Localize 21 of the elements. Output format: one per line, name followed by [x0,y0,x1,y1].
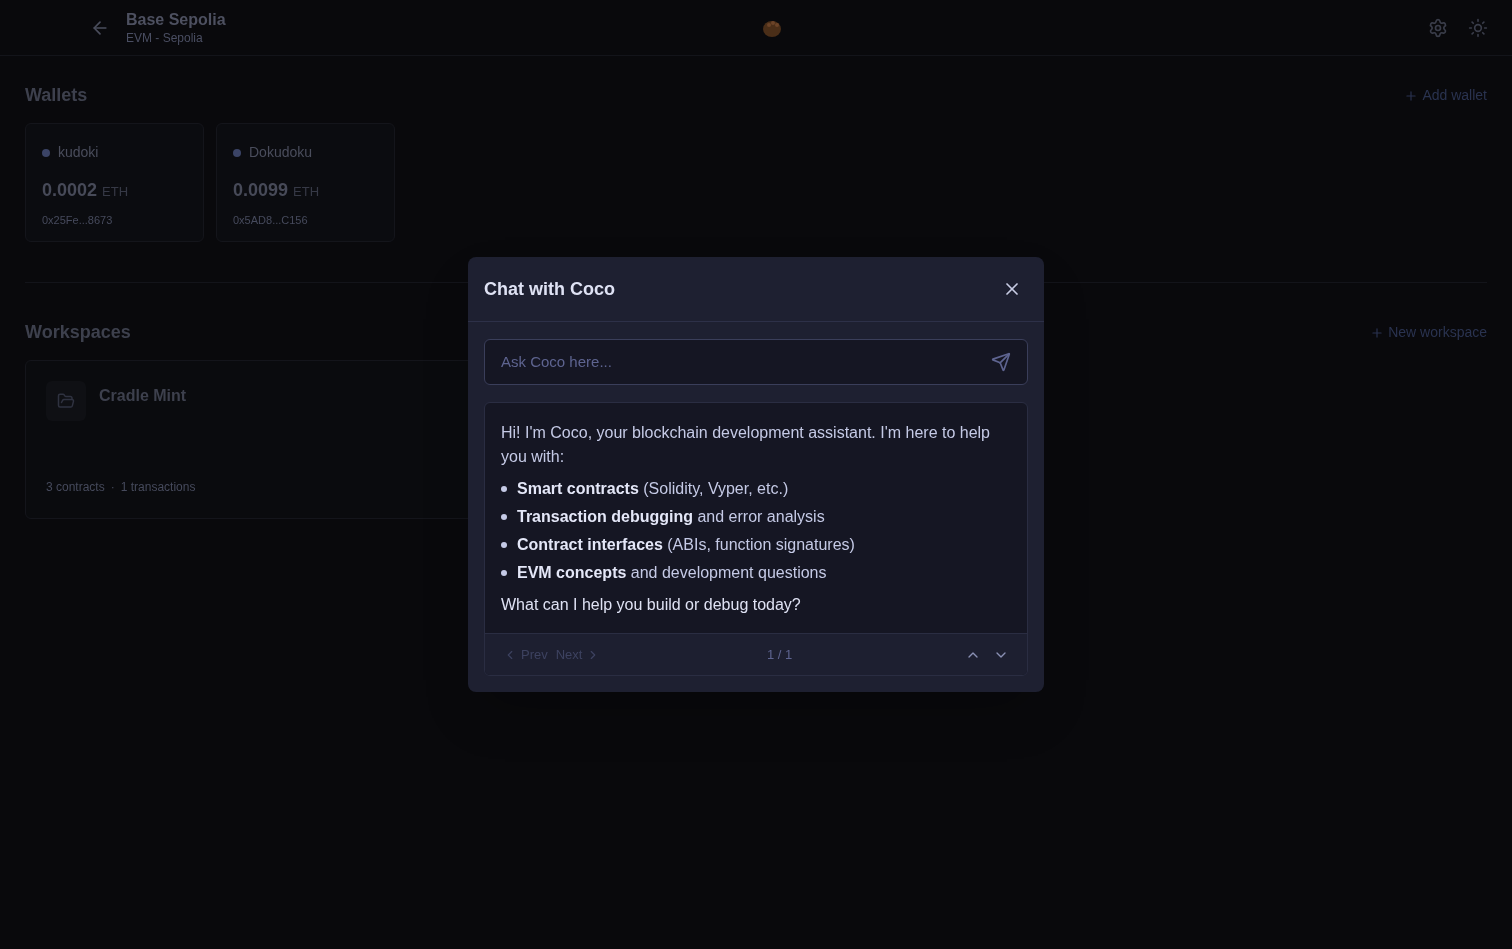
separator-dot: · [110,479,115,496]
bullet-text: EVM concepts and development questions [517,563,827,583]
page-count: 1 / 1 [767,645,793,664]
wallet-name: kudoki [58,143,99,162]
workspaces-heading: Workspaces [25,321,131,344]
bullet-text: Contract interfaces (ABIs, function signatures) [517,535,855,555]
wallet-name: Dokudoku [249,143,313,162]
network-subtitle: EVM - Sepolia [126,29,204,46]
wallet-balance: 0.0002 [42,179,98,202]
transactions-count: 1 transactions [120,479,196,496]
bullet-text: Transaction debugging and error analysis [517,507,825,527]
outro-text: What can I help you build or debug today? [501,595,802,615]
contracts-count: 3 contracts [46,479,105,496]
wallet-address: 0x5AD8...C156 [233,213,309,228]
wallets-heading: Wallets [25,84,88,107]
dialog-title: Chat with Coco [484,277,615,301]
wallet-balance: 0.0099 [233,179,289,202]
network-title: Base Sepolia [126,9,226,30]
workspace-name: Cradle Mint [99,386,187,406]
bullet-text: Smart contracts (Solidity, Vyper, etc.) [517,479,789,499]
wallet-address: 0x25Fe...8673 [42,213,114,228]
